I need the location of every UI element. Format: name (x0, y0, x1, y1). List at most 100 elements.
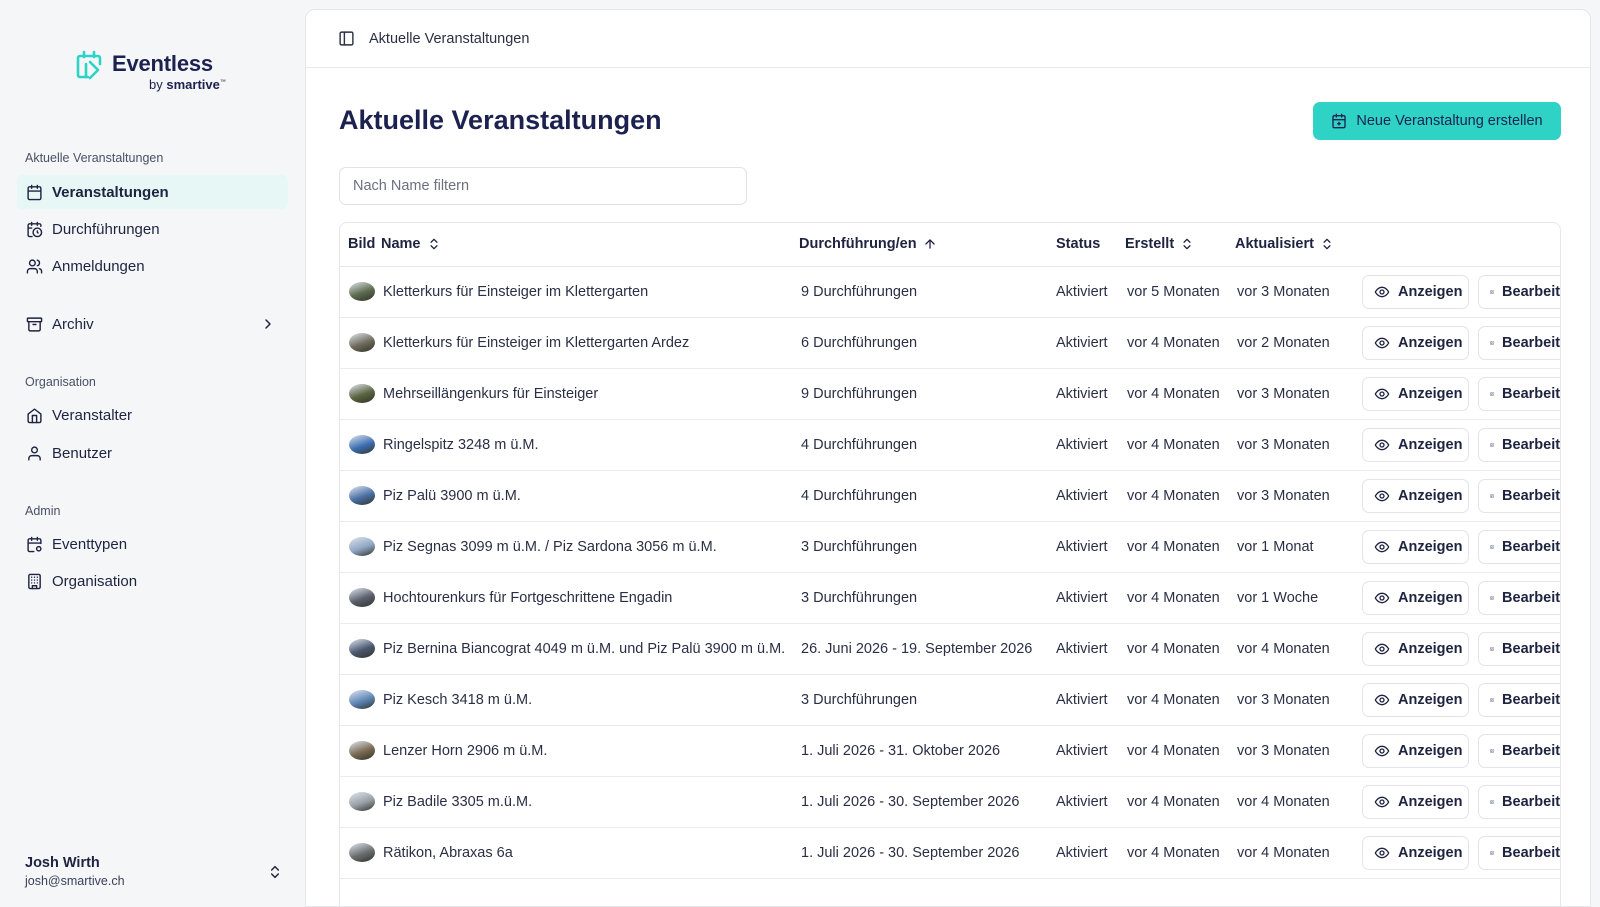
cell-created: vor 4 Monaten (1125, 725, 1235, 777)
view-button[interactable]: Anzeigen (1362, 529, 1469, 564)
edit-button[interactable]: Bearbeiten (1478, 682, 1560, 717)
table-row[interactable]: Hochtourenkurs für Fortgeschrittene Enga… (340, 572, 1560, 624)
home-icon (27, 407, 42, 423)
edit-button[interactable]: Bearbeiten (1478, 274, 1560, 309)
view-button[interactable]: Anzeigen (1362, 733, 1469, 768)
cell-name[interactable]: Kletterkurs für Einsteiger im Klettergar… (381, 266, 799, 318)
event-thumbnail (349, 588, 375, 607)
view-button[interactable]: Anzeigen (1362, 325, 1469, 360)
view-label: Anzeigen (1398, 283, 1463, 300)
sidebar-item-anmeldungen[interactable]: Anmeldungen (17, 249, 288, 283)
cell-runs: 3 Durchführungen (799, 521, 1056, 573)
table-row[interactable]: Piz Bernina Biancograt 4049 m ü.M. und P… (340, 623, 1560, 675)
edit-button[interactable]: Bearbeiten (1478, 631, 1560, 666)
cell-name[interactable]: Lenzer Horn 2906 m ü.M. (381, 725, 799, 777)
sidebar-item-veranstaltungen[interactable]: Veranstaltungen (17, 175, 288, 209)
view-button[interactable]: Anzeigen (1362, 682, 1469, 717)
edit-button[interactable]: Bearbeiten (1478, 478, 1560, 513)
sidebar-item-veranstalter[interactable]: Veranstalter (17, 398, 288, 432)
edit-button[interactable]: Bearbeiten (1478, 580, 1560, 615)
table-row[interactable]: Ringelspitz 3248 m ü.M. 4 Durchführungen A… (340, 419, 1560, 471)
view-button[interactable]: Anzeigen (1362, 427, 1469, 462)
name-filter-input[interactable] (339, 167, 747, 205)
edit-button[interactable]: Bearbeiten (1478, 835, 1560, 870)
sidebar-toggle-icon[interactable] (338, 30, 355, 47)
column-erstellt-label: Erstellt (1125, 236, 1175, 253)
eye-icon (1374, 847, 1390, 858)
cell-updated: vor 4 Monaten (1235, 776, 1360, 828)
table-row[interactable]: Kletterkurs für Einsteiger im Klettergar… (340, 266, 1560, 318)
view-button[interactable]: Anzeigen (1362, 631, 1469, 666)
view-button[interactable]: Anzeigen (1362, 376, 1469, 411)
cell-name[interactable]: Hochtourenkurs für Fortgeschrittene Enga… (381, 572, 799, 624)
table-row[interactable]: Rätikon, Abraxas 6a 1. Juli 2026 - 30. Se… (340, 827, 1560, 879)
cell-created: vor 4 Monaten (1125, 470, 1235, 522)
cell-name[interactable]: Rätikon, Abraxas 6a (381, 827, 799, 879)
cell-name[interactable]: Piz Bernina Biancograt 4049 m ü.M. und P… (381, 623, 799, 675)
column-durchfuehrungen[interactable]: Durchführung/en (799, 223, 1056, 267)
event-thumbnail (349, 486, 375, 505)
breadcrumb: Aktuelle Veranstaltungen (369, 30, 530, 47)
table-row[interactable]: Piz Segnas 3099 m ü.M. / Piz Sardona 305… (340, 521, 1560, 573)
sidebar-item-archiv[interactable]: Archiv (17, 307, 288, 341)
topbar: Aktuelle Veranstaltungen (306, 10, 1590, 68)
table-row[interactable]: Piz Kesch 3418 m ü.M. 3 Durchführungen Akt… (340, 674, 1560, 726)
column-name-label: Name (381, 236, 421, 253)
table-row[interactable]: Mehrseillängenkurs für Einsteiger 9 Durch… (340, 368, 1561, 420)
user-icon (28, 445, 41, 461)
event-thumbnail (349, 537, 375, 556)
column-erstellt[interactable]: Erstellt (1125, 223, 1235, 267)
edit-label: Bearbeiten (1502, 385, 1561, 402)
edit-button[interactable]: Bearbeiten (1478, 529, 1560, 564)
view-button[interactable]: Anzeigen (1362, 835, 1469, 870)
event-thumbnail (349, 384, 375, 403)
cell-name[interactable]: Piz Palü 3900 m ü.M. (381, 470, 799, 522)
sidebar-item-label: Veranstaltungen (52, 183, 169, 201)
eye-icon (1374, 592, 1390, 603)
cell-image (340, 572, 381, 624)
cell-updated: vor 1 Monat (1235, 521, 1360, 573)
view-button[interactable]: Anzeigen (1362, 580, 1469, 615)
column-actions (1360, 223, 1560, 267)
sidebar-item-organisation[interactable]: Organisation (17, 564, 288, 598)
cell-name[interactable]: Piz Badile 3305 m.ü.M. (381, 776, 799, 828)
view-button[interactable]: Anzeigen (1362, 784, 1469, 819)
table-row[interactable]: Lenzer Horn 2906 m ü.M. 1. Juli 2026 - 31… (340, 725, 1560, 777)
edit-icon (1490, 595, 1494, 600)
edit-button[interactable]: Bearbeiten (1478, 376, 1561, 411)
calendar-cog-icon (27, 536, 42, 552)
edit-button[interactable]: Bearbeiten (1478, 733, 1560, 768)
view-button[interactable]: Anzeigen (1362, 274, 1469, 309)
table-row[interactable]: Piz Palü 3900 m ü.M. 4 Durchführungen Akti… (340, 470, 1560, 522)
event-thumbnail (349, 690, 375, 709)
edit-button[interactable]: Bearbeiten (1478, 784, 1561, 819)
edit-label: Bearbeiten (1502, 793, 1561, 810)
cell-updated: vor 3 Monaten (1235, 419, 1360, 471)
view-label: Anzeigen (1398, 640, 1463, 657)
cell-name[interactable]: Ringelspitz 3248 m ü.M. (381, 419, 799, 471)
edit-icon (1490, 391, 1494, 396)
column-aktualisiert[interactable]: Aktualisiert (1235, 223, 1360, 267)
calendar-icon (27, 184, 42, 200)
sidebar-item-benutzer[interactable]: Benutzer (17, 436, 288, 470)
sidebar-item-eventtypen[interactable]: Eventtypen (17, 527, 288, 561)
table-header: Bild Name Durchführung/en Status Erstell… (340, 223, 1560, 267)
edit-button[interactable]: Bearbeiten (1478, 427, 1560, 462)
column-name[interactable]: Name (381, 223, 799, 267)
cell-name[interactable]: Kletterkurs für Einsteiger im Klettergar… (381, 317, 799, 369)
user-email: josh@smartive.ch (25, 874, 125, 888)
view-label: Anzeigen (1398, 538, 1463, 555)
edit-button[interactable]: Bearbeiten (1478, 325, 1560, 360)
table-row[interactable]: Kletterkurs für Einsteiger im Klettergar… (340, 317, 1560, 369)
new-event-button[interactable]: Neue Veranstaltung erstellen (1313, 102, 1561, 140)
cell-name[interactable]: Piz Kesch 3418 m ü.M. (381, 674, 799, 726)
cell-status: Aktiviert (1056, 776, 1125, 828)
eye-icon (1374, 745, 1390, 756)
cell-name[interactable]: Piz Segnas 3099 m ü.M. / Piz Sardona 305… (381, 521, 799, 573)
user-menu[interactable]: Josh Wirth josh@smartive.ch (25, 855, 283, 895)
sidebar-item-durchfuehrungen[interactable]: Durchführungen (17, 212, 288, 246)
cell-created: vor 4 Monaten (1125, 368, 1235, 420)
cell-name[interactable]: Mehrseillängenkurs für Einsteiger (381, 368, 799, 420)
table-row[interactable]: Piz Badile 3305 m.ü.M. 1. Juli 2026 - 30.… (340, 776, 1561, 828)
view-button[interactable]: Anzeigen (1362, 478, 1469, 513)
